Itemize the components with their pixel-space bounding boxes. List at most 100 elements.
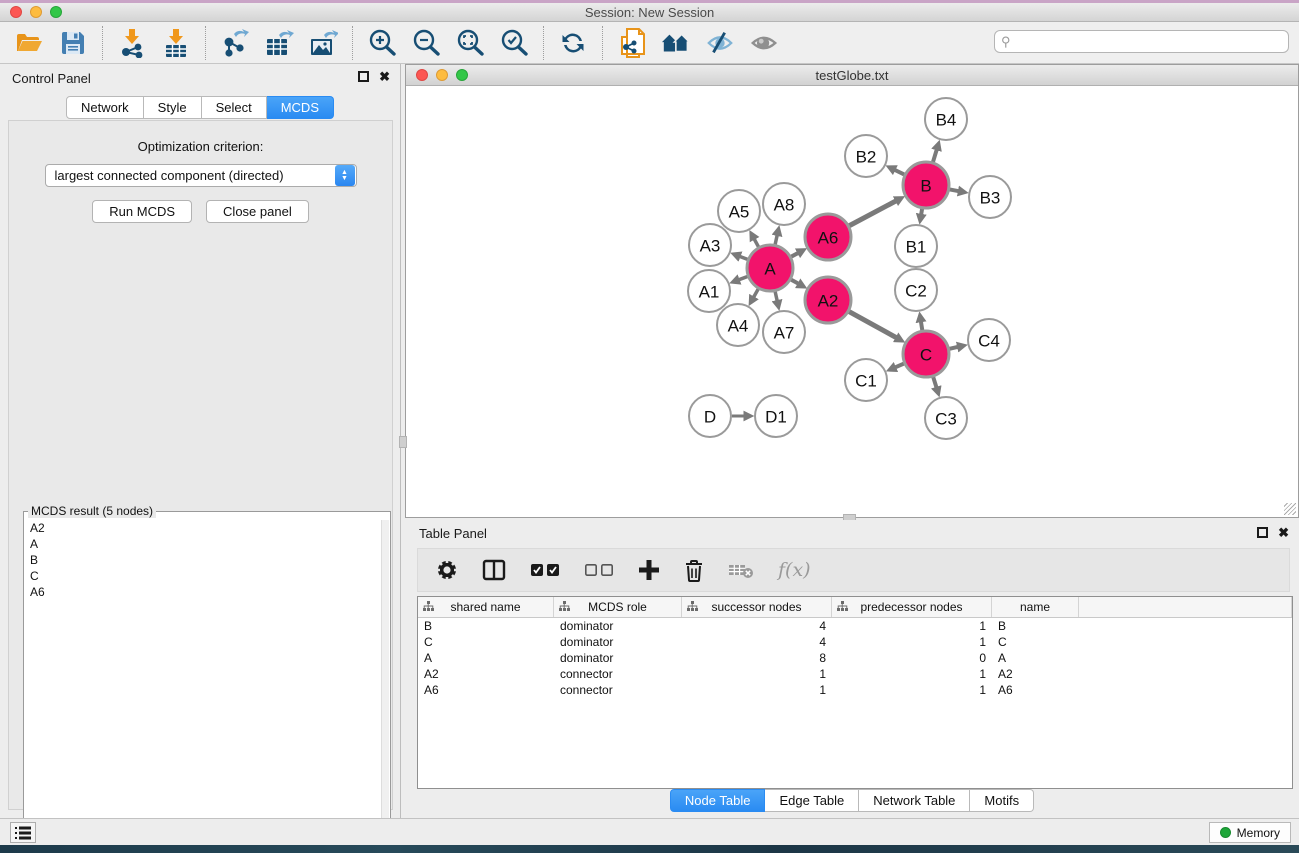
import-network-icon[interactable]: [117, 28, 147, 58]
show-column-icon[interactable]: [482, 559, 506, 581]
select-all-icon[interactable]: [530, 562, 560, 578]
table-row[interactable]: A2connector11A2: [418, 666, 1292, 682]
export-image-icon[interactable]: [308, 28, 338, 58]
table-cell[interactable]: A2: [992, 667, 1079, 681]
table-cell[interactable]: 1: [832, 667, 992, 681]
vertical-splitter-handle[interactable]: [399, 436, 407, 448]
open-file-icon[interactable]: [14, 28, 44, 58]
table-cell[interactable]: 4: [682, 635, 832, 649]
table-row[interactable]: A6connector11A6: [418, 682, 1292, 698]
export-network-icon[interactable]: [220, 28, 250, 58]
result-list-item[interactable]: A2: [30, 520, 381, 536]
table-cell[interactable]: 1: [682, 667, 832, 681]
edge-A-A1[interactable]: [738, 276, 748, 280]
close-panel-icon[interactable]: ✖: [379, 71, 390, 82]
zoom-fit-icon[interactable]: [455, 28, 485, 58]
hide-graphics-details-icon[interactable]: [705, 28, 735, 58]
optimization-criterion-dropdown[interactable]: largest connected component (directed) ▲…: [45, 164, 357, 187]
edge-A-A7[interactable]: [775, 291, 777, 301]
table-cell[interactable]: C: [992, 635, 1079, 649]
table-cell[interactable]: B: [418, 619, 554, 633]
result-list-item[interactable]: C: [30, 568, 381, 584]
table-cell[interactable]: C: [418, 635, 554, 649]
table-cell[interactable]: 1: [832, 619, 992, 633]
table-row[interactable]: Cdominator41C: [418, 634, 1292, 650]
edge-C-C2[interactable]: [921, 321, 923, 331]
run-mcds-button[interactable]: Run MCDS: [92, 200, 192, 223]
table-cell[interactable]: 8: [682, 651, 832, 665]
zoom-in-icon[interactable]: [367, 28, 397, 58]
deselect-all-icon[interactable]: [584, 562, 614, 578]
tab-select[interactable]: Select: [202, 96, 267, 119]
edge-A-A4[interactable]: [753, 289, 758, 298]
table-cell[interactable]: 1: [832, 635, 992, 649]
memory-button[interactable]: Memory: [1209, 822, 1291, 843]
delete-table-icon[interactable]: [728, 561, 754, 579]
zoom-selected-icon[interactable]: [499, 28, 529, 58]
column-header-shared-name[interactable]: shared name: [418, 597, 554, 617]
table-cell[interactable]: 1: [682, 683, 832, 697]
table-cell[interactable]: dominator: [554, 619, 682, 633]
delete-column-icon[interactable]: [684, 559, 704, 582]
edge-A-A8[interactable]: [775, 234, 777, 244]
home-icon[interactable]: [661, 28, 691, 58]
table-cell[interactable]: 4: [682, 619, 832, 633]
refresh-icon[interactable]: [558, 28, 588, 58]
table-cell[interactable]: connector: [554, 667, 682, 681]
edge-A2-C[interactable]: [849, 312, 897, 338]
tab-mcds[interactable]: MCDS: [267, 96, 334, 119]
import-table-icon[interactable]: [161, 28, 191, 58]
table-cell[interactable]: B: [992, 619, 1079, 633]
search-input[interactable]: [1011, 35, 1288, 49]
column-header-successor-nodes[interactable]: successor nodes: [682, 597, 832, 617]
column-header-MCDS-role[interactable]: MCDS role: [554, 597, 682, 617]
save-session-icon[interactable]: [58, 28, 88, 58]
float-panel-icon[interactable]: [358, 71, 369, 82]
table-float-panel-icon[interactable]: [1257, 527, 1268, 538]
edge-A-A5[interactable]: [754, 238, 759, 247]
add-column-icon[interactable]: [638, 559, 660, 581]
tab-motifs[interactable]: Motifs: [970, 789, 1034, 812]
table-cell[interactable]: A: [418, 651, 554, 665]
result-list-scrollbar[interactable]: [381, 520, 389, 849]
zoom-out-icon[interactable]: [411, 28, 441, 58]
table-cell[interactable]: A6: [418, 683, 554, 697]
close-panel-button[interactable]: Close panel: [206, 200, 309, 223]
edge-B-B2[interactable]: [894, 169, 904, 174]
main-titlebar[interactable]: Session: New Session: [0, 3, 1299, 22]
table-row[interactable]: Bdominator41B: [418, 618, 1292, 634]
result-list-item[interactable]: B: [30, 552, 381, 568]
export-table-icon[interactable]: [264, 28, 294, 58]
edge-B-B3[interactable]: [950, 189, 960, 191]
task-history-button[interactable]: [10, 822, 36, 843]
mcds-result-list[interactable]: A2ABCA6: [25, 520, 381, 849]
table-cell[interactable]: connector: [554, 683, 682, 697]
search-field[interactable]: ⚲: [994, 30, 1289, 53]
table-close-panel-icon[interactable]: ✖: [1278, 527, 1289, 538]
table-cell[interactable]: 1: [832, 683, 992, 697]
network-graph[interactable]: B4B2BB3A8A5A6A3B1AC2A1A2A4A7C4CC1DD1C3: [406, 86, 1298, 517]
tab-edge-table[interactable]: Edge Table: [765, 789, 859, 812]
edge-C-C1[interactable]: [894, 364, 904, 368]
network-window-titlebar[interactable]: testGlobe.txt: [406, 65, 1298, 86]
edge-B-B1[interactable]: [921, 209, 922, 216]
tab-network[interactable]: Network: [66, 96, 144, 119]
table-cell[interactable]: 0: [832, 651, 992, 665]
table-cell[interactable]: A: [992, 651, 1079, 665]
edge-A-A6[interactable]: [791, 253, 799, 257]
table-row[interactable]: Adominator80A: [418, 650, 1292, 666]
table-cell[interactable]: dominator: [554, 651, 682, 665]
network-canvas[interactable]: B4B2BB3A8A5A6A3B1AC2A1A2A4A7C4CC1DD1C3: [406, 86, 1298, 517]
table-settings-icon[interactable]: [436, 559, 458, 581]
function-builder-icon[interactable]: f(x): [778, 559, 811, 581]
new-network-document-icon[interactable]: [617, 28, 647, 58]
table-cell[interactable]: A6: [992, 683, 1079, 697]
edge-A-A2[interactable]: [791, 280, 799, 284]
edge-A6-B[interactable]: [849, 200, 897, 225]
edge-A-A3[interactable]: [739, 256, 748, 259]
table-cell[interactable]: dominator: [554, 635, 682, 649]
show-graphics-details-icon[interactable]: [749, 28, 779, 58]
column-header-name[interactable]: name: [992, 597, 1079, 617]
result-list-item[interactable]: A: [30, 536, 381, 552]
node-table[interactable]: shared nameMCDS rolesuccessor nodesprede…: [417, 596, 1293, 789]
